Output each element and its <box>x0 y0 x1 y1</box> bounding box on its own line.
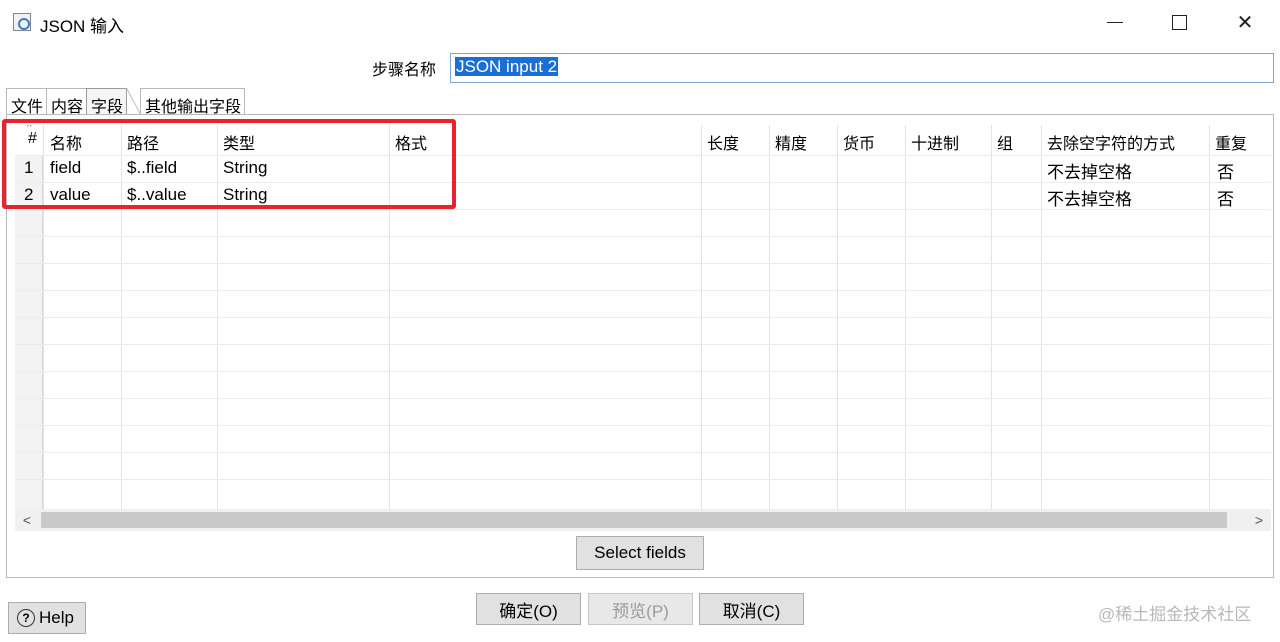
column-divider <box>701 125 702 517</box>
column-divider <box>769 125 770 517</box>
select-fields-button[interactable]: Select fields <box>576 536 704 570</box>
scrollbar-thumb[interactable] <box>41 512 1227 528</box>
header-currency[interactable]: 货币 <box>843 130 875 154</box>
scroll-right-icon[interactable]: > <box>1247 509 1271 531</box>
tab-bar: 文件 内容 字段 其他输出字段 <box>6 88 246 116</box>
column-divider <box>1041 125 1042 517</box>
row-divider <box>15 344 1271 345</box>
column-divider <box>991 125 992 517</box>
tab-content[interactable]: 内容 <box>46 88 88 116</box>
tab-file[interactable]: 文件 <box>6 88 48 116</box>
preview-button[interactable]: 预览(P) <box>588 593 693 625</box>
row-divider <box>15 236 1271 237</box>
tab-separator <box>126 88 140 115</box>
horizontal-scrollbar[interactable]: < > <box>15 509 1271 531</box>
header-decimal[interactable]: 十进制 <box>911 130 959 154</box>
tab-other-output-fields[interactable]: 其他输出字段 <box>140 88 246 116</box>
maximize-icon <box>1171 14 1187 30</box>
header-repeat[interactable]: 重复 <box>1215 130 1247 154</box>
help-label: Help <box>39 608 74 627</box>
header-length[interactable]: 长度 <box>707 130 739 154</box>
step-name-value: JSON input 2 <box>455 57 559 76</box>
minimize-icon <box>1107 21 1123 23</box>
step-name-input[interactable]: JSON input 2 <box>450 53 1274 83</box>
app-icon <box>13 13 31 31</box>
header-group[interactable]: 组 <box>997 130 1013 154</box>
table-row-1-repeat[interactable]: 否 <box>1217 158 1234 183</box>
help-button[interactable]: ? Help <box>8 602 86 634</box>
column-divider <box>1209 125 1210 517</box>
watermark: @稀土掘金技术社区 <box>1098 605 1252 624</box>
scroll-left-icon[interactable]: < <box>15 509 39 531</box>
row-divider <box>15 479 1271 480</box>
column-divider <box>905 125 906 517</box>
window-title: JSON 输入 <box>40 17 125 36</box>
close-button[interactable]: ✕ <box>1212 0 1278 44</box>
table-row-1-trim-type[interactable]: 不去掉空格 <box>1047 158 1132 183</box>
tab-fields[interactable]: 字段 <box>86 88 128 116</box>
row-divider <box>15 317 1271 318</box>
row-divider <box>15 263 1271 264</box>
table-row-2-trim-type[interactable]: 不去掉空格 <box>1047 185 1132 210</box>
row-divider <box>15 398 1271 399</box>
row-divider <box>15 425 1271 426</box>
row-divider <box>15 290 1271 291</box>
row-divider <box>15 452 1271 453</box>
table-row-2-repeat[interactable]: 否 <box>1217 185 1234 210</box>
close-icon: ✕ <box>1236 11 1254 34</box>
minimize-button[interactable] <box>1082 0 1148 44</box>
header-trim-type[interactable]: 去除空字符的方式 <box>1047 130 1175 154</box>
maximize-button[interactable] <box>1146 0 1212 44</box>
title-bar: JSON 输入 ✕ <box>0 0 1280 44</box>
step-name-label: 步骤名称 <box>372 62 437 79</box>
row-divider <box>15 371 1271 372</box>
highlight-box <box>2 119 456 209</box>
header-precision[interactable]: 精度 <box>775 130 807 154</box>
help-icon: ? <box>17 609 35 627</box>
ok-button[interactable]: 确定(O) <box>476 593 581 625</box>
column-divider <box>837 125 838 517</box>
cancel-button[interactable]: 取消(C) <box>699 593 804 625</box>
